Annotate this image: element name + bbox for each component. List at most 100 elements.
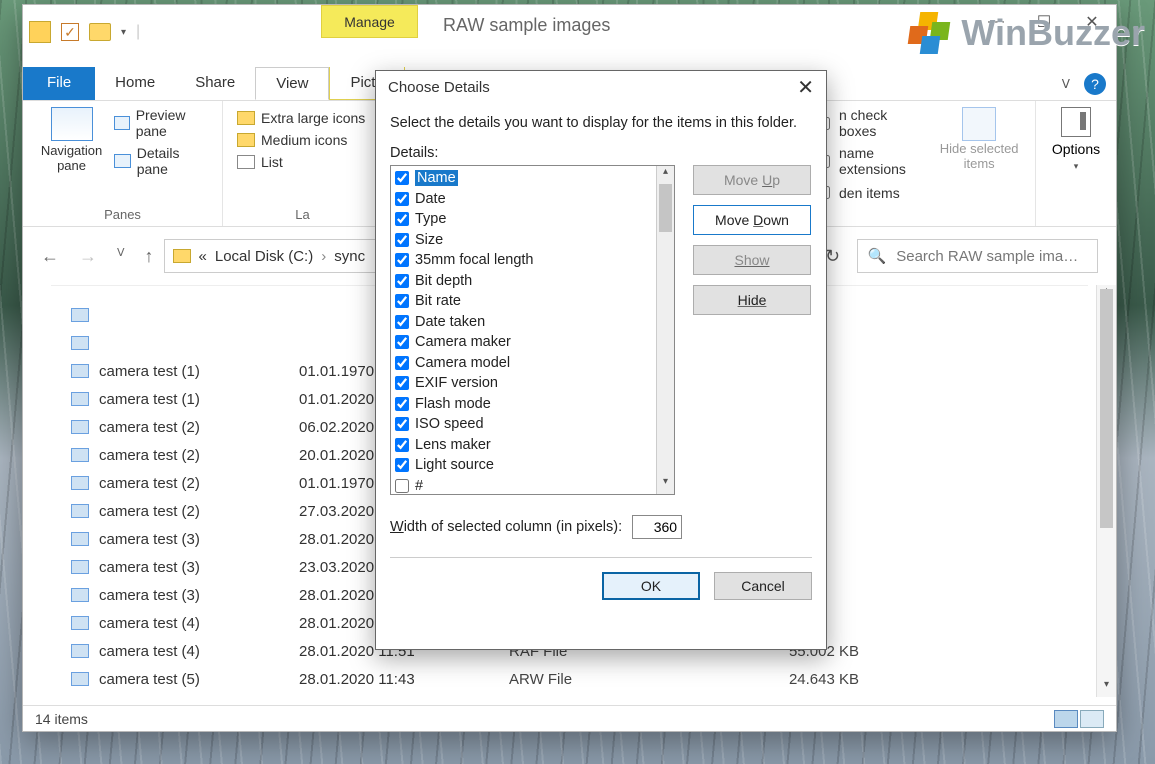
- details-item[interactable]: EXIF version: [395, 373, 652, 394]
- details-checkbox[interactable]: [395, 274, 409, 288]
- options-icon: [1061, 107, 1091, 137]
- help-button[interactable]: ?: [1084, 73, 1106, 95]
- ribbon-group-options: Options ▾: [1036, 101, 1116, 226]
- file-row[interactable]: camera test (5)28.01.2020 11:43ARW File2…: [71, 665, 1088, 693]
- breadcrumb-segment[interactable]: sync: [334, 248, 365, 265]
- details-item[interactable]: Date: [395, 189, 652, 210]
- cancel-button[interactable]: Cancel: [714, 572, 812, 600]
- details-item[interactable]: Size: [395, 230, 652, 251]
- details-item[interactable]: Light source: [395, 455, 652, 476]
- vertical-scrollbar[interactable]: ▴ ▾: [1096, 285, 1116, 697]
- details-item[interactable]: Date taken: [395, 312, 652, 333]
- scrollbar-thumb[interactable]: [1100, 289, 1113, 528]
- list-icon: [237, 155, 255, 169]
- navigation-pane-button[interactable]: Navigation pane: [37, 107, 106, 177]
- group-label-layout: La: [223, 207, 382, 222]
- chevron-right-icon[interactable]: ›: [321, 248, 326, 265]
- details-item[interactable]: Type: [395, 209, 652, 230]
- listbox-scrollbar[interactable]: ▴ ▾: [656, 166, 674, 494]
- search-box[interactable]: 🔍 Search RAW sample ima…: [857, 239, 1098, 273]
- view-thumbnails-button[interactable]: [1080, 710, 1104, 728]
- details-checkbox[interactable]: [395, 253, 409, 267]
- breadcrumb-overflow[interactable]: «: [199, 248, 207, 265]
- history-dropdown[interactable]: ᐯ: [117, 246, 125, 267]
- hide-button[interactable]: Hide: [693, 285, 811, 315]
- details-checkbox[interactable]: [395, 294, 409, 308]
- move-up-button[interactable]: Move Up: [693, 165, 811, 195]
- file-icon: [71, 560, 89, 574]
- details-item[interactable]: Bit depth: [395, 271, 652, 292]
- details-item[interactable]: Flash mode: [395, 394, 652, 415]
- ribbon-group-layout: Extra large icons Medium icons List La: [223, 101, 383, 226]
- tab-home[interactable]: Home: [95, 67, 175, 100]
- view-details-button[interactable]: [1054, 710, 1078, 728]
- layout-medium[interactable]: Medium icons: [237, 129, 368, 151]
- file-name: camera test (1): [99, 363, 289, 380]
- up-button[interactable]: ↑: [145, 246, 154, 267]
- details-item[interactable]: Lens maker: [395, 435, 652, 456]
- hide-selected-button[interactable]: Hide selected items: [937, 107, 1021, 202]
- details-listbox[interactable]: NameDateTypeSize35mm focal length Bit dep…: [390, 165, 675, 495]
- details-checkbox[interactable]: [395, 376, 409, 390]
- details-checkbox[interactable]: [395, 212, 409, 226]
- tab-file[interactable]: File: [23, 67, 95, 100]
- qat-dropdown-icon[interactable]: ▾: [121, 27, 126, 38]
- details-item[interactable]: Camera model: [395, 353, 652, 374]
- scrollbar-thumb[interactable]: [659, 184, 672, 232]
- properties-qat-icon[interactable]: ✓: [61, 23, 79, 41]
- ok-button[interactable]: OK: [602, 572, 700, 600]
- forward-button[interactable]: →: [79, 246, 97, 267]
- hidden-items-toggle[interactable]: den items: [813, 183, 923, 202]
- details-checkbox[interactable]: [395, 335, 409, 349]
- details-pane-button[interactable]: Details pane: [114, 145, 208, 177]
- details-item[interactable]: 35mm focal length: [395, 250, 652, 271]
- preview-pane-button[interactable]: Preview pane: [114, 107, 208, 139]
- column-width-input[interactable]: [632, 515, 682, 539]
- options-button[interactable]: Options: [1052, 141, 1100, 157]
- layout-list[interactable]: List: [237, 151, 368, 173]
- medium-icon: [237, 133, 255, 147]
- layout-extra-large[interactable]: Extra large icons: [237, 107, 368, 129]
- new-folder-qat-icon[interactable]: [89, 23, 111, 41]
- watermark-logo: WinBuzzer: [909, 10, 1145, 56]
- details-checkbox[interactable]: [395, 233, 409, 247]
- details-item[interactable]: #: [395, 476, 652, 495]
- details-checkbox[interactable]: [395, 479, 409, 493]
- file-date: 28.01.2020 11:43: [299, 671, 499, 688]
- details-item[interactable]: Camera maker: [395, 332, 652, 353]
- scroll-down-icon[interactable]: ▾: [657, 476, 674, 494]
- details-checkbox[interactable]: [395, 397, 409, 411]
- details-checkbox[interactable]: [395, 315, 409, 329]
- details-item-label: 35mm focal length: [415, 252, 533, 268]
- search-placeholder: Search RAW sample ima…: [896, 248, 1078, 265]
- collapse-ribbon-icon[interactable]: ᐯ: [1062, 77, 1070, 91]
- tab-view[interactable]: View: [255, 67, 329, 100]
- move-down-button[interactable]: Move Down: [693, 205, 811, 235]
- search-icon: 🔍: [868, 247, 887, 265]
- details-item[interactable]: ISO speed: [395, 414, 652, 435]
- details-item[interactable]: Name: [395, 168, 652, 189]
- tab-share[interactable]: Share: [175, 67, 255, 100]
- file-icon: [71, 308, 89, 322]
- show-button[interactable]: Show: [693, 245, 811, 275]
- dialog-close-button[interactable]: ✕: [797, 75, 814, 100]
- scroll-down-icon[interactable]: ▾: [1097, 679, 1116, 697]
- options-dropdown-icon[interactable]: ▾: [1074, 161, 1079, 172]
- details-checkbox[interactable]: [395, 171, 409, 185]
- back-button[interactable]: ←: [41, 246, 59, 267]
- scroll-up-icon[interactable]: ▴: [657, 166, 674, 184]
- item-checkboxes-toggle[interactable]: n check boxes: [813, 107, 923, 139]
- file-icon: [71, 672, 89, 686]
- details-item-label: Camera maker: [415, 334, 511, 350]
- dialog-titlebar[interactable]: Choose Details ✕: [376, 71, 826, 103]
- details-checkbox[interactable]: [395, 356, 409, 370]
- group-label-panes: Panes: [23, 207, 222, 222]
- breadcrumb-segment[interactable]: Local Disk (C:): [215, 248, 313, 265]
- details-checkbox[interactable]: [395, 417, 409, 431]
- file-extensions-toggle[interactable]: name extensions: [813, 145, 923, 177]
- details-item[interactable]: Bit rate: [395, 291, 652, 312]
- details-checkbox[interactable]: [395, 438, 409, 452]
- details-checkbox[interactable]: [395, 192, 409, 206]
- contextual-tab-manage[interactable]: Manage: [321, 5, 418, 38]
- details-checkbox[interactable]: [395, 458, 409, 472]
